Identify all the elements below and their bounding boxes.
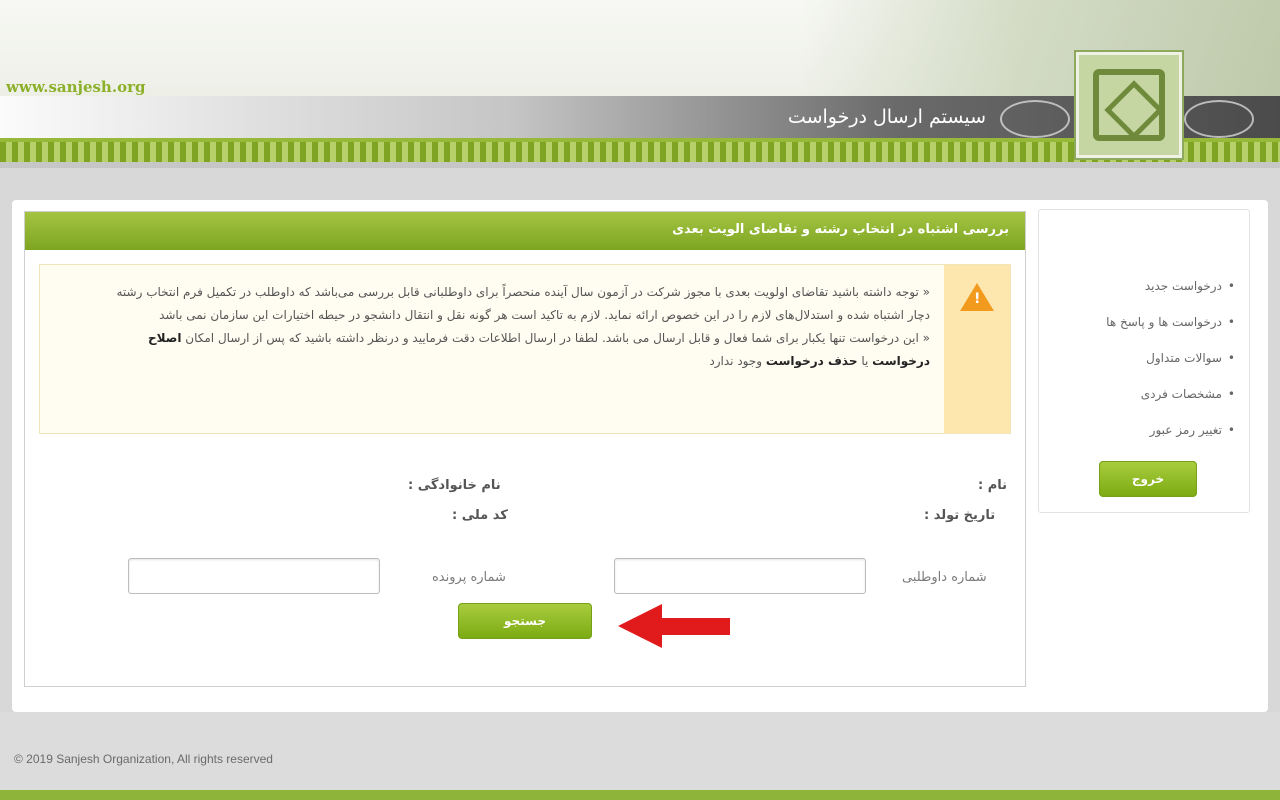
- warning-icon: !: [960, 283, 994, 311]
- bottom-bar: [0, 790, 1280, 800]
- birth-date-label: تاریخ تولد :: [924, 508, 996, 523]
- sidebar-menu: •درخواست جدید •درخواست ها و پاسخ ها •سوا…: [1106, 274, 1235, 454]
- header-skyline-image: [800, 0, 1280, 110]
- notice-text: « توجه داشته باشید تقاضای اولویت بعدی با…: [100, 281, 931, 373]
- sidebar-item-requests-answers[interactable]: •درخواست ها و پاسخ ها: [1106, 310, 1235, 346]
- search-button[interactable]: جستجو: [458, 603, 592, 639]
- right-ornament-icon: [1184, 100, 1254, 138]
- logout-button[interactable]: خروج: [1099, 461, 1197, 497]
- red-arrow-icon: [618, 604, 730, 648]
- national-code-label: کد ملی :: [452, 508, 508, 523]
- notice-icon-cell: !: [944, 265, 1010, 433]
- candidate-number-input[interactable]: [614, 558, 866, 594]
- case-number-input[interactable]: [128, 558, 380, 594]
- notice-bold-delete: حذف درخواست: [765, 354, 858, 368]
- notice-box: ! « توجه داشته باشید تقاضای اولویت بعدی …: [39, 264, 1011, 434]
- family-label: نام خانوادگی :: [408, 478, 501, 493]
- sidebar: •درخواست جدید •درخواست ها و پاسخ ها •سوا…: [1038, 209, 1250, 513]
- sidebar-item-faq[interactable]: •سوالات متداول: [1106, 346, 1235, 382]
- site-url[interactable]: www.sanjesh.org: [6, 78, 145, 96]
- notice-line-1: « توجه داشته باشید تقاضای اولویت بعدی با…: [116, 285, 931, 322]
- sidebar-item-change-password[interactable]: •تغییر رمز عبور: [1106, 418, 1235, 454]
- sanjesh-logo: [1076, 52, 1182, 158]
- copyright-text: © 2019 Sanjesh Organization, All rights …: [14, 752, 273, 766]
- case-number-label: شماره پرونده: [432, 570, 506, 585]
- panel-title: بررسی اشتباه در انتخاب رشته و تقاضای الو…: [25, 212, 1025, 250]
- sidebar-item-personal-info[interactable]: •مشخصات فردی: [1106, 382, 1235, 418]
- system-title: سیستم ارسال درخواست: [787, 106, 986, 128]
- candidate-number-label: شماره داوطلبی: [902, 570, 987, 585]
- notice-line-2: « این درخواست تنها یکبار برای شما فعال و…: [147, 331, 930, 368]
- sidebar-item-new-request[interactable]: •درخواست جدید: [1106, 274, 1235, 310]
- name-label: نام :: [978, 478, 1008, 493]
- left-ornament-icon: [1000, 100, 1070, 138]
